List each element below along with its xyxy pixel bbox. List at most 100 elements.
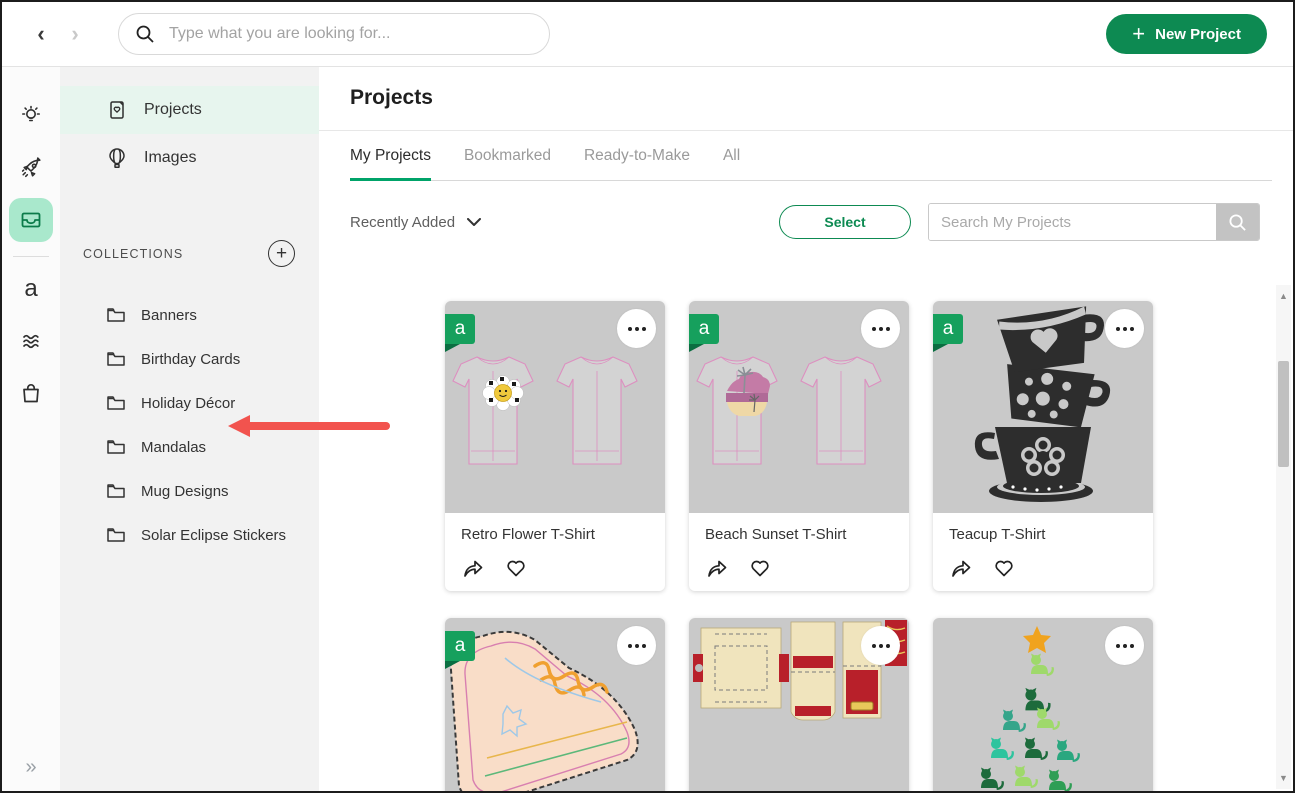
- card-menu-icon[interactable]: [617, 626, 656, 665]
- project-search-input[interactable]: [929, 204, 1216, 240]
- project-card-retro-flower-t-shirt[interactable]: a: [445, 301, 665, 591]
- projects-card-icon: [106, 99, 128, 121]
- folder-icon: [106, 481, 126, 501]
- add-collection-button[interactable]: +: [268, 240, 295, 267]
- project-card-teacup-t-shirt[interactable]: a: [933, 301, 1153, 591]
- tab-all[interactable]: All: [723, 147, 740, 181]
- waves-icon: [19, 329, 43, 353]
- cricut-logo-icon: a: [24, 277, 37, 301]
- rocket-icon: [19, 156, 44, 181]
- forward-icon[interactable]: ›: [58, 21, 92, 47]
- tab-bar: My Projects Bookmarked Ready-to-Make All: [350, 147, 1272, 181]
- tab-ready-to-make[interactable]: Ready-to-Make: [584, 147, 690, 181]
- lightbulb-icon: [19, 104, 43, 128]
- folder-icon: [106, 437, 126, 457]
- divider: [319, 130, 1293, 131]
- sort-label: Recently Added: [350, 214, 455, 231]
- chevron-down-icon: [467, 218, 481, 227]
- hot-air-balloon-icon: [106, 147, 128, 169]
- main-content: Projects My Projects Bookmarked Ready-to…: [319, 66, 1293, 791]
- share-icon[interactable]: [461, 556, 485, 580]
- rail-item-ideas[interactable]: [9, 94, 53, 138]
- heart-icon[interactable]: [504, 556, 528, 580]
- scrollbar-thumb[interactable]: [1278, 361, 1289, 467]
- heart-icon[interactable]: [748, 556, 772, 580]
- sidebar: Projects Images COLLECTIONS + Banners Bi…: [60, 66, 319, 791]
- collection-label: Mug Designs: [141, 483, 229, 500]
- rail-item-quick-start[interactable]: [9, 146, 53, 190]
- new-project-button[interactable]: + New Project: [1106, 14, 1267, 54]
- card-menu-icon[interactable]: [861, 626, 900, 665]
- collections-header: COLLECTIONS +: [83, 240, 295, 267]
- project-search-button[interactable]: [1216, 204, 1259, 240]
- share-icon[interactable]: [705, 556, 729, 580]
- rail-item-projects-inbox[interactable]: [9, 198, 53, 242]
- folder-icon: [106, 393, 126, 413]
- project-card-beach-sunset-t-shirt[interactable]: a: [689, 301, 909, 591]
- cricut-access-badge: a: [445, 631, 475, 661]
- rail-item-materials[interactable]: [9, 319, 53, 363]
- search-icon: [135, 24, 155, 44]
- shopping-bag-icon: [19, 381, 43, 405]
- collection-item-birthday-cards[interactable]: Birthday Cards: [60, 337, 319, 381]
- project-search: [928, 203, 1260, 241]
- sidebar-item-label: Images: [144, 149, 196, 167]
- project-thumbnail: [933, 618, 1153, 791]
- top-header: ‹ › + New Project: [2, 2, 1293, 67]
- card-menu-icon[interactable]: [1105, 626, 1144, 665]
- daisy-design: [483, 376, 524, 411]
- sidebar-item-label: Projects: [144, 101, 202, 119]
- collection-item-banners[interactable]: Banners: [60, 293, 319, 337]
- collection-label: Solar Eclipse Stickers: [141, 527, 286, 544]
- cricut-access-badge: a: [445, 314, 475, 344]
- collection-label: Banners: [141, 307, 197, 324]
- card-menu-icon[interactable]: [861, 309, 900, 348]
- card-menu-icon[interactable]: [617, 309, 656, 348]
- collections-title: COLLECTIONS: [83, 247, 183, 261]
- collection-list: Banners Birthday Cards Holiday Décor Man…: [60, 293, 319, 557]
- tab-bookmarked[interactable]: Bookmarked: [464, 147, 551, 181]
- heart-icon[interactable]: [992, 556, 1016, 580]
- folder-icon: [106, 305, 126, 325]
- plus-icon: +: [1132, 23, 1145, 45]
- collection-label: Holiday Décor: [141, 395, 235, 412]
- collection-item-holiday-decor[interactable]: Holiday Décor: [60, 381, 319, 425]
- sidebar-item-images[interactable]: Images: [60, 134, 319, 182]
- scroll-up-icon[interactable]: ▲: [1276, 289, 1291, 303]
- folder-icon: [106, 349, 126, 369]
- share-icon[interactable]: [949, 556, 973, 580]
- scroll-down-icon[interactable]: ▼: [1276, 771, 1291, 785]
- project-title: Teacup T-Shirt: [949, 526, 1137, 543]
- search-icon: [1228, 213, 1247, 232]
- cricut-access-badge: a: [689, 314, 719, 344]
- rail-item-shop[interactable]: [9, 371, 53, 415]
- project-title: Retro Flower T-Shirt: [461, 526, 649, 543]
- select-button[interactable]: Select: [779, 205, 911, 239]
- collection-item-mandalas[interactable]: Mandalas: [60, 425, 319, 469]
- page-title: Projects: [350, 66, 1293, 110]
- vertical-scrollbar[interactable]: ▲ ▼: [1276, 285, 1291, 789]
- project-thumbnail: a: [445, 301, 665, 513]
- sort-dropdown[interactable]: Recently Added: [350, 214, 481, 231]
- card-menu-icon[interactable]: [1105, 309, 1144, 348]
- projects-toolbar: Recently Added Select: [350, 203, 1293, 241]
- project-card-cat-christmas-tree[interactable]: [933, 618, 1153, 791]
- project-card-roller-skate[interactable]: a: [445, 618, 665, 791]
- collection-label: Mandalas: [141, 439, 206, 456]
- expand-rail-icon[interactable]: »: [2, 756, 60, 779]
- cricut-access-badge: a: [933, 314, 963, 344]
- icon-rail: a »: [2, 66, 60, 791]
- sidebar-item-projects[interactable]: Projects: [60, 86, 319, 134]
- project-card-box-template[interactable]: [689, 618, 909, 791]
- card-footer: Teacup T-Shirt: [933, 513, 1153, 580]
- tab-my-projects[interactable]: My Projects: [350, 147, 431, 181]
- project-thumbnail: a: [689, 301, 909, 513]
- rail-item-cricut-home[interactable]: a: [9, 267, 53, 311]
- back-icon[interactable]: ‹: [24, 21, 58, 47]
- global-search[interactable]: [118, 13, 550, 55]
- project-grid: a: [445, 301, 1293, 791]
- global-search-input[interactable]: [167, 24, 533, 44]
- inbox-icon: [19, 208, 43, 232]
- collection-item-mug-designs[interactable]: Mug Designs: [60, 469, 319, 513]
- collection-item-solar-eclipse-stickers[interactable]: Solar Eclipse Stickers: [60, 513, 319, 557]
